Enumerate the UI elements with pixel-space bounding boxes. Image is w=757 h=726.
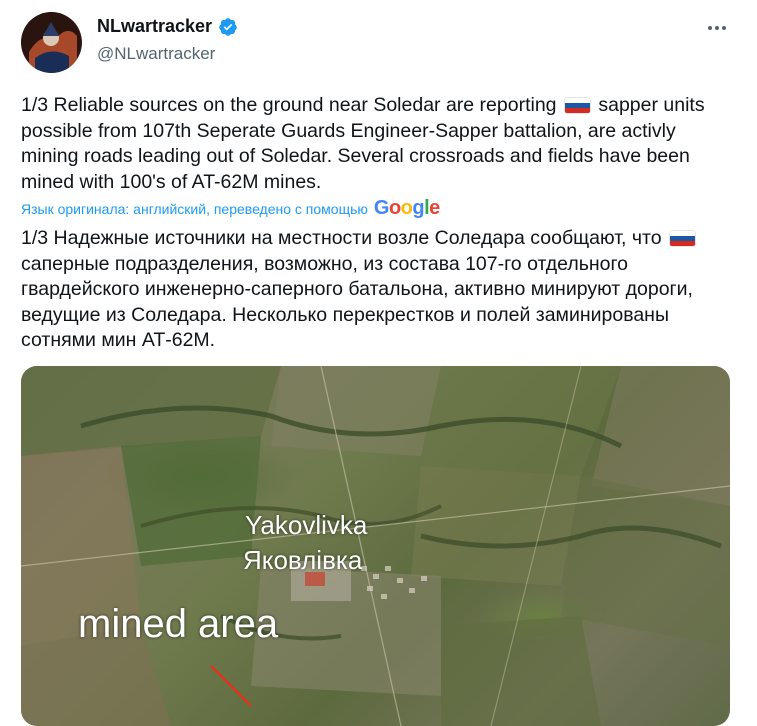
avatar-image	[21, 12, 81, 73]
russia-flag-icon	[669, 231, 695, 246]
avatar[interactable]	[21, 12, 82, 73]
tweet-translated-text: 1/3 Надежные источники на местности возл…	[21, 226, 731, 354]
tweet-original-text: 1/3 Reliable sources on the ground near …	[21, 93, 731, 195]
satellite-map-image	[21, 366, 730, 726]
tweet-media-map[interactable]: Yakovlivka Яковлівка mined area	[21, 366, 730, 726]
translation-attribution[interactable]: Язык оригинала: английский, переведено с…	[21, 197, 440, 220]
author-handle[interactable]: @NLwartracker	[97, 44, 215, 64]
author-name[interactable]: NLwartracker	[97, 16, 212, 37]
tweet-translated-text-a: 1/3 Надежные источники на местности возл…	[21, 227, 662, 249]
tweet-original-text-a: 1/3 Reliable sources on the ground near …	[21, 94, 557, 116]
map-label-uk: Яковлівка	[243, 545, 363, 575]
author-name-row: NLwartracker	[97, 16, 238, 37]
google-logo: Google	[373, 197, 440, 219]
verified-badge-icon	[219, 17, 237, 36]
map-label-en: Yakovlivka	[245, 510, 368, 540]
map-label-mined-area: mined area	[78, 602, 279, 646]
translation-note: Язык оригинала: английский, переведено с…	[21, 200, 368, 217]
more-options-icon[interactable]	[702, 16, 732, 40]
russia-flag-icon	[564, 98, 590, 113]
tweet-translated-text-b: саперные подразделения, возможно, из сос…	[21, 252, 693, 352]
